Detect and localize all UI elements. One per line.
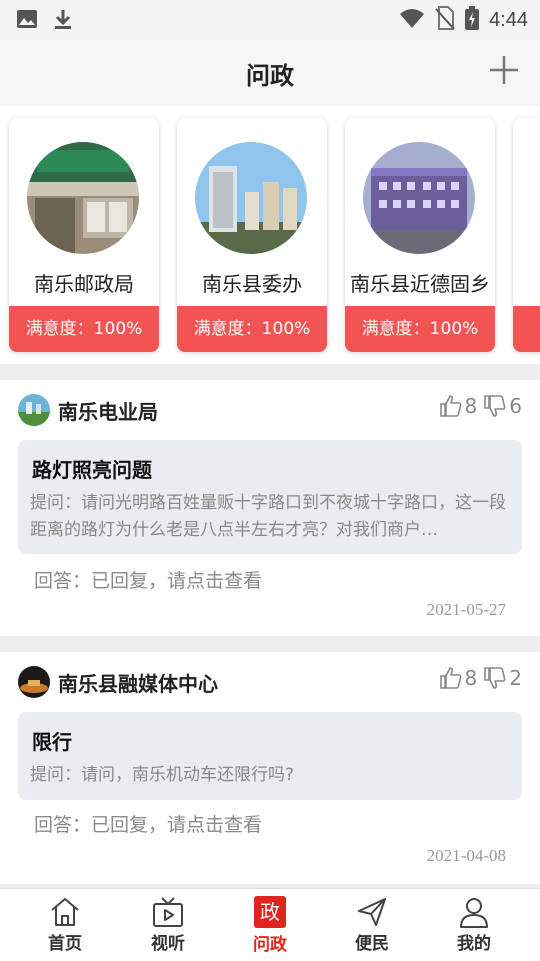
department-card-jindegu[interactable]: 南乐县近德固乡 满意度：100% bbox=[345, 118, 495, 352]
question-box[interactable]: 路灯照亮问题 提问：请问光明路百姓量贩十字路口到不夜城十字路口，这一段距离的路灯… bbox=[18, 440, 522, 554]
page-title: 问政 bbox=[246, 62, 294, 90]
zheng-badge: 政 bbox=[254, 896, 286, 928]
nav-label: 便民 bbox=[355, 934, 389, 954]
nav-inquiry[interactable]: 政 问政 bbox=[230, 895, 310, 955]
like-count: 8 bbox=[464, 394, 478, 418]
post-date: 2021-05-27 bbox=[426, 600, 506, 619]
department-name: 南乐县近德固乡 bbox=[350, 272, 490, 296]
department-name: 南乐县委办 bbox=[202, 272, 302, 296]
department-photo-postal bbox=[27, 142, 139, 254]
department-card-postal[interactable]: 南乐邮政局 满意度：100% bbox=[9, 118, 159, 352]
no-sim-icon bbox=[435, 6, 455, 34]
satisfaction-badge-partial bbox=[513, 306, 540, 352]
question-title: 路灯照亮问题 bbox=[32, 458, 152, 482]
battery-icon bbox=[465, 6, 480, 34]
nav-label: 视听 bbox=[151, 934, 185, 954]
answer-link[interactable]: 回答：已回复，请点击查看 bbox=[34, 566, 262, 593]
nav-media[interactable]: 视听 bbox=[128, 895, 208, 954]
satisfaction-badge: 满意度：100% bbox=[9, 306, 159, 352]
nav-label: 问政 bbox=[253, 935, 287, 955]
add-button[interactable] bbox=[486, 52, 522, 88]
status-bar: 4:44 bbox=[0, 0, 540, 38]
thumbs-down-icon bbox=[484, 667, 506, 689]
bottom-navigation: 首页 视听 政 问政 便民 我的 bbox=[0, 888, 540, 961]
department-card-county-office[interactable]: 南乐县委办 满意度：100% bbox=[177, 118, 327, 352]
user-icon bbox=[457, 895, 491, 929]
vote-group: 8 2 bbox=[439, 666, 522, 690]
download-notification-icon bbox=[52, 8, 74, 34]
send-icon bbox=[355, 895, 389, 929]
org-avatar bbox=[18, 666, 50, 698]
question-box[interactable]: 限行 提问：请问，南乐机动车还限行吗? bbox=[18, 712, 522, 800]
department-photo-jindegu bbox=[363, 142, 475, 254]
like-count: 8 bbox=[464, 666, 478, 690]
wifi-icon bbox=[399, 7, 425, 33]
post-date: 2021-04-08 bbox=[426, 846, 506, 865]
status-time: 4:44 bbox=[489, 8, 528, 31]
satisfaction-badge: 满意度：100% bbox=[345, 306, 495, 352]
tv-icon bbox=[151, 895, 185, 929]
like-button[interactable]: 8 bbox=[439, 394, 478, 418]
question-text: 提问：请问，南乐机动车还限行吗? bbox=[30, 765, 295, 785]
dislike-count: 6 bbox=[509, 394, 522, 418]
org-name: 南乐电业局 bbox=[58, 400, 158, 424]
org-avatar bbox=[18, 394, 50, 426]
plus-icon bbox=[490, 56, 518, 84]
question-title: 限行 bbox=[32, 730, 72, 754]
question-post[interactable]: 南乐电业局 8 6 路灯照亮问题 提问：请问光明路百姓量贩十字路口到不夜城十字路… bbox=[0, 380, 540, 636]
home-icon bbox=[48, 895, 82, 929]
department-name: 南乐邮政局 bbox=[34, 272, 134, 296]
department-photo-county-office bbox=[195, 142, 307, 254]
dislike-button[interactable]: 2 bbox=[483, 666, 522, 690]
nav-label: 我的 bbox=[457, 934, 491, 954]
nav-profile[interactable]: 我的 bbox=[434, 895, 514, 954]
nav-label: 首页 bbox=[48, 934, 82, 954]
dislike-count: 2 bbox=[509, 666, 522, 690]
dislike-button[interactable]: 6 bbox=[483, 394, 522, 418]
satisfaction-badge: 满意度：100% bbox=[177, 306, 327, 352]
vote-group: 8 6 bbox=[439, 394, 522, 418]
question-post[interactable]: 南乐县融媒体中心 8 2 限行 提问：请问，南乐机动车还限行吗? 回答：已回复，… bbox=[0, 652, 540, 884]
app-header: 问政 bbox=[0, 38, 540, 107]
answer-link[interactable]: 回答：已回复，请点击查看 bbox=[34, 810, 262, 837]
like-button[interactable]: 8 bbox=[439, 666, 478, 690]
nav-services[interactable]: 便民 bbox=[332, 895, 412, 954]
thumbs-up-icon bbox=[439, 395, 461, 417]
image-notification-icon bbox=[16, 8, 38, 34]
nav-home[interactable]: 首页 bbox=[25, 895, 105, 954]
zheng-icon: 政 bbox=[253, 896, 287, 930]
department-card-partial[interactable] bbox=[513, 118, 540, 352]
org-name: 南乐县融媒体中心 bbox=[58, 672, 218, 696]
department-carousel[interactable]: 南乐邮政局 满意度：100% 南乐县委办 满意度：100% 南乐县近德固乡 满意… bbox=[0, 106, 540, 364]
thumbs-up-icon bbox=[439, 667, 461, 689]
question-text: 提问：请问光明路百姓量贩十字路口到不夜城十字路口，这一段距离的路灯为什么老是八点… bbox=[30, 493, 506, 540]
thumbs-down-icon bbox=[484, 395, 506, 417]
